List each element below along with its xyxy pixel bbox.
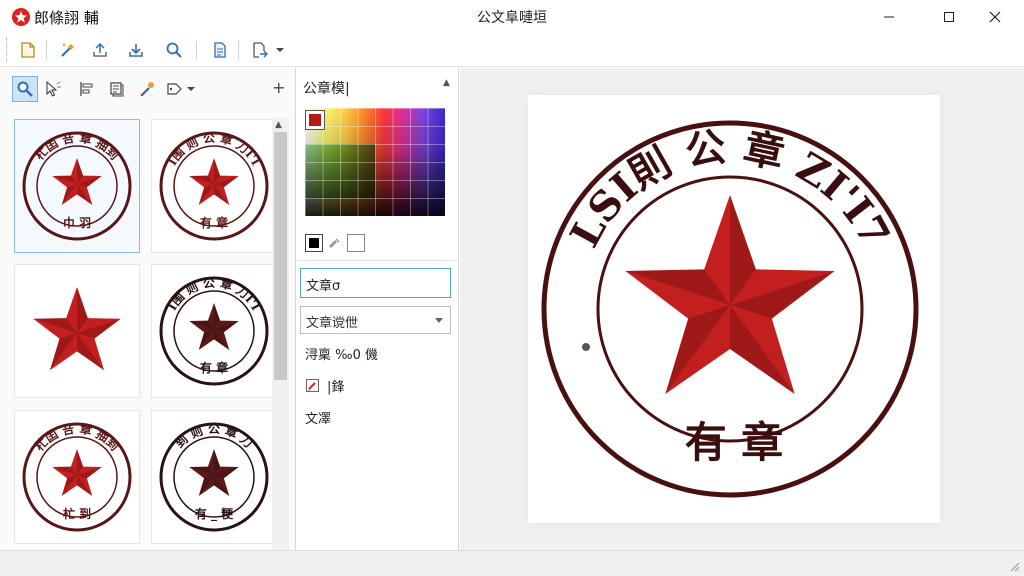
edit-row[interactable]: |鋒 [305,376,344,395]
minimize-button[interactable] [866,0,912,33]
search-button[interactable] [162,38,186,62]
cursor-icon [46,80,61,97]
toolbar-separator [46,41,47,59]
selected-color-swatch[interactable] [305,110,325,130]
maximize-button[interactable] [926,0,972,33]
download-icon [129,44,143,57]
scrollbar-thumb[interactable] [274,132,287,380]
stamp-bottom-text: 有 章 [685,418,784,467]
panel-title: 公章模| [303,81,350,97]
status-bar [0,550,1024,576]
chevron-down-icon [435,318,443,323]
export-button[interactable] [248,38,272,62]
stamp-thumbnail[interactable]: 杧囯 咅 章 抽到杧 到 [14,410,140,544]
magnifier-icon [17,81,33,97]
title-bar: 郎條詡 輔 公文阜嗹垣 [0,0,1024,33]
align-left-button[interactable] [74,76,100,102]
panel-scroll-up-icon[interactable]: ▲ [443,78,450,88]
round-stamp-icon: I围 则 公 章 刀I'I有 章 [159,130,269,241]
edit-label: |鋒 [327,380,345,395]
upload-icon [93,42,107,57]
resize-grip-icon[interactable] [1008,560,1020,572]
round-stamp-icon: 杧囯 咅 章 抽到杧 到 [22,421,132,532]
round-stamp-icon: 到 则 公 章 刀有 _ 粳 [159,422,269,532]
stamp-bottom-text: 巾 羽 [63,215,91,230]
toolbar-separator [238,41,239,59]
stamp-bottom-text: 杧 到 [63,506,91,521]
round-stamp-icon: I围 则 公 章 刀I'I有 章 [159,275,269,386]
align-left-icon [80,82,93,96]
chevron-down-icon [276,48,284,52]
add-stamp-button[interactable]: + [272,78,285,97]
stamp-thumbnail[interactable] [14,264,140,398]
maximize-icon [944,11,954,22]
star-stamp-icon [33,287,121,371]
minimize-icon [884,16,894,17]
size-label: 浔稟 ‰0 僟 [305,348,378,363]
select-tool-button[interactable] [40,76,66,102]
background-color-swatch[interactable] [347,234,365,252]
wand-icon [61,43,74,57]
stamp-preview-area: LSI則 公 章 ZI'I7 有 章 [460,68,1024,550]
export-dropdown-button[interactable] [272,38,288,62]
stamp-bottom-text: 有 章 [200,215,228,230]
thumbnail-scrollbar[interactable]: ▲ ▼ [272,118,289,576]
toolbar-grip [6,38,9,62]
edit-pencil-icon [306,378,319,392]
document-button[interactable] [208,38,232,62]
stamp-thumbnail[interactable]: 杧囯 咅 章 抽到巾 羽 [14,119,140,253]
new-file-button[interactable] [16,38,40,62]
app-name: 郎條詡 輔 [34,9,99,27]
wand-button[interactable] [56,38,80,62]
panel-divider [297,260,458,261]
dropper-button[interactable] [134,76,160,102]
new-file-icon [21,42,35,58]
export-icon [253,42,268,58]
search-icon [166,42,182,58]
swap-colors-icon[interactable] [327,236,341,250]
upload-button[interactable] [88,38,112,62]
toolbar-separator [196,41,197,59]
stamp-bottom-text: 有 章 [200,360,228,375]
close-button[interactable] [972,0,1018,33]
select-value: 文章谠伳 [306,316,359,331]
chevron-down-icon [187,87,195,91]
stamp-thumbnail[interactable]: I围 则 公 章 刀I'I 有 章 [151,119,277,253]
stamp-bottom-text: 有 _ 粳 [195,506,234,522]
layers-icon [110,82,124,97]
text-label: 文凙 [305,412,332,427]
stamp-text-input[interactable]: 文章σ [300,268,451,298]
stamp-speck [582,343,590,351]
foreground-color-swatch[interactable] [305,234,323,252]
layers-button[interactable] [104,76,130,102]
zoom-tool-button[interactable] [12,76,38,102]
scroll-up-icon[interactable]: ▲ [275,120,282,130]
stamp-canvas[interactable]: LSI則 公 章 ZI'I7 有 章 [528,95,940,523]
eyedropper-icon [140,82,154,97]
stamp-preview-image: LSI則 公 章 ZI'I7有 章 [541,120,919,498]
stamp-style-select[interactable]: 文章谠伳 [300,306,451,334]
tag-icon [167,83,182,95]
main-toolbar [0,33,1024,67]
download-button[interactable] [124,38,148,62]
stamp-thumbnail[interactable]: 到 则 公 章 刀有 _ 粳 [151,410,277,544]
app-logo-icon [12,8,30,26]
stamp-thumbnail[interactable]: I围 则 公 章 刀I'I 有 章 [151,264,277,398]
stamp-properties-panel: 公章模| ▲ 文章σ 文章谠伳 浔稟 ‰0 僟 |鋒 文凙 [297,68,459,550]
palette-grid [305,108,445,216]
shape-dropdown-button[interactable] [184,76,198,102]
library-toolbar: + [0,68,296,112]
stamp-library-panel: + 杧囯 咅 章 抽到巾 羽 I围 则 公 章 刀I'I 有 章 I围 则 公 章… [0,68,296,576]
document-icon [214,42,226,58]
round-stamp-icon: 杧囯 咅 章 抽到巾 羽 [22,130,132,241]
close-icon [989,11,1001,22]
